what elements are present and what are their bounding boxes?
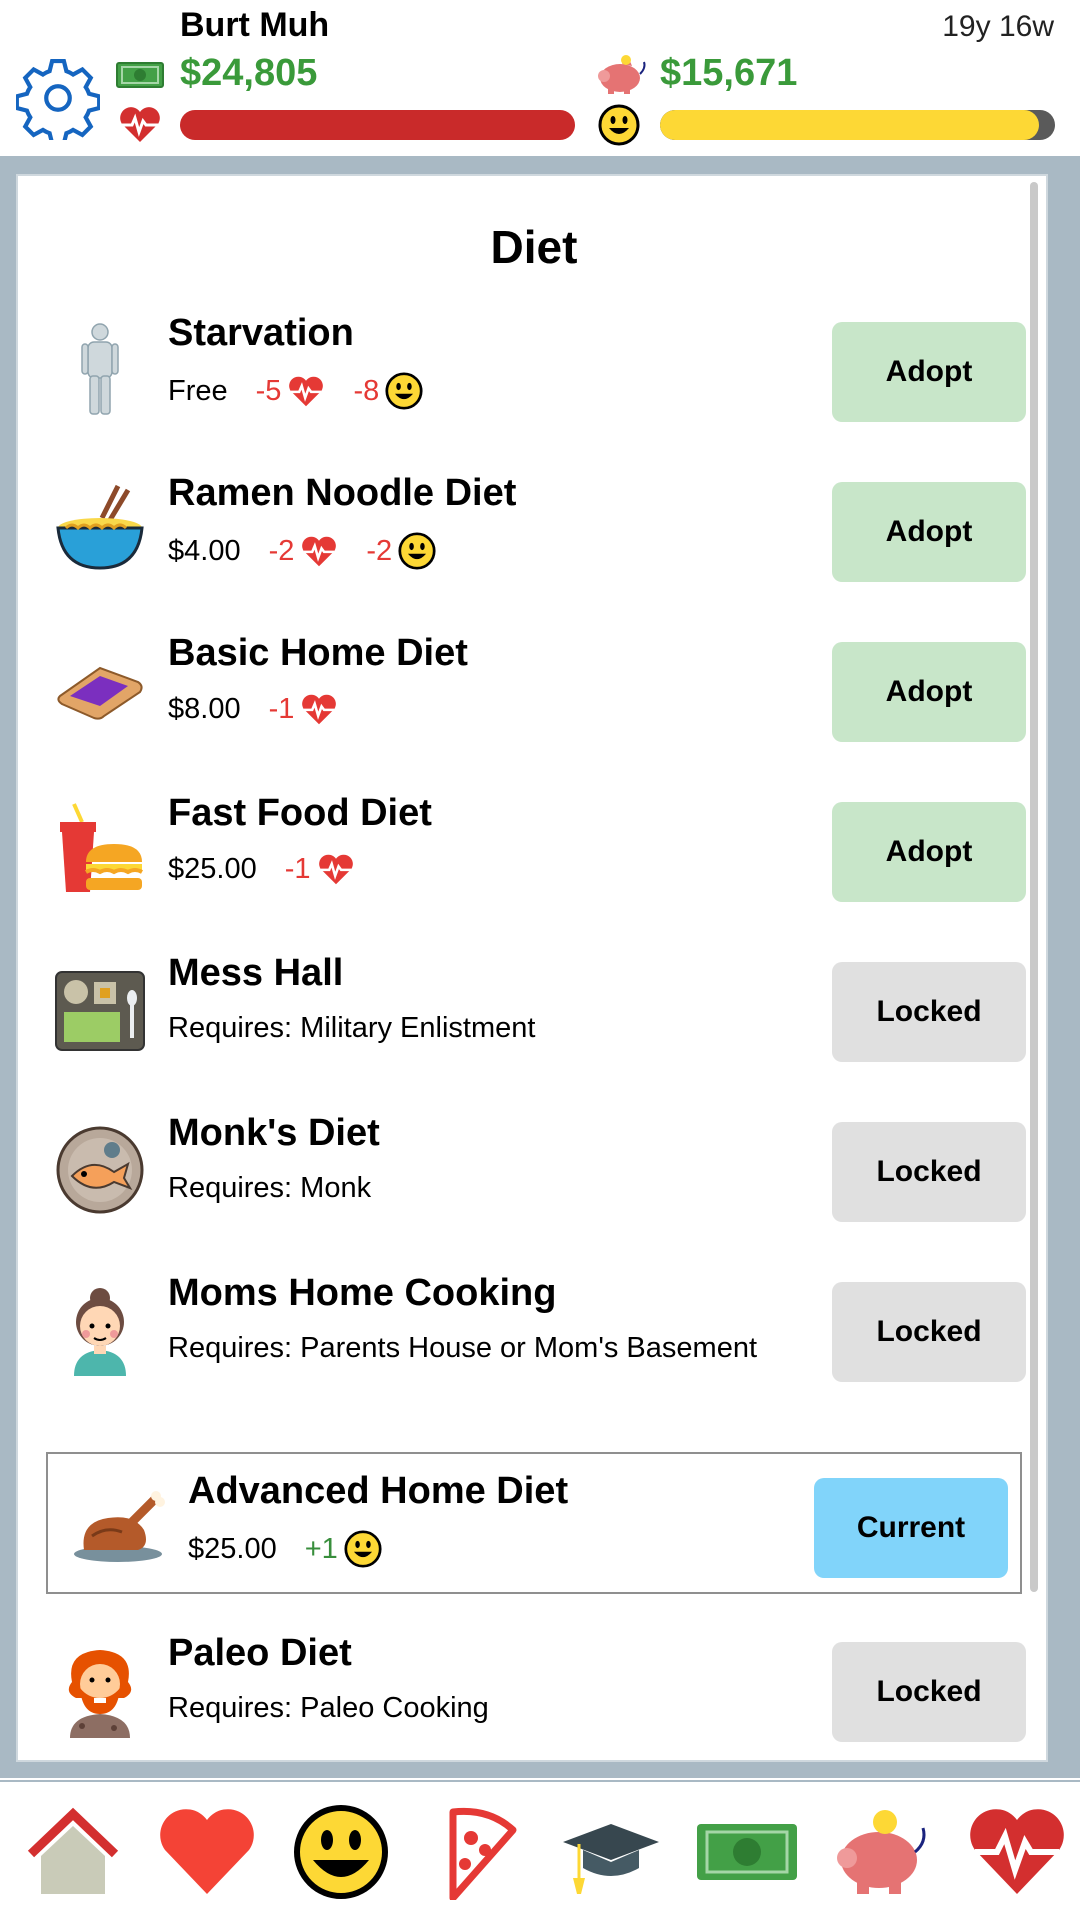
nav-education[interactable] xyxy=(556,1802,666,1902)
graduation-cap-icon xyxy=(563,1824,659,1894)
happiness-bar xyxy=(660,110,1055,140)
piggy-bank-icon xyxy=(598,55,646,94)
adopt-button[interactable]: Adopt xyxy=(832,482,1026,582)
diet-name: Starvation xyxy=(168,312,354,354)
diet-price: Free xyxy=(168,374,228,407)
adopt-button[interactable]: Adopt xyxy=(832,322,1026,422)
current-diet-item: Advanced Home Diet $25.00 +1 Current xyxy=(46,1452,1022,1594)
heart-pulse-icon xyxy=(318,854,353,885)
diet-name: Paleo Diet xyxy=(168,1632,352,1674)
burger-soda-icon xyxy=(60,803,143,892)
current-button[interactable]: Current xyxy=(814,1478,1008,1578)
health-change: -2 xyxy=(268,534,295,567)
diet-price: $25.00 xyxy=(168,852,257,885)
piggy-bank-icon xyxy=(837,1810,926,1894)
diet-name: Moms Home Cooking xyxy=(168,1272,557,1314)
money-icon xyxy=(697,1824,797,1880)
heart-pulse-icon xyxy=(120,107,160,142)
smiley-icon xyxy=(385,372,423,410)
gear-icon[interactable] xyxy=(16,56,100,140)
status-header: Burt Muh 19y 16w $24,805 $15,671 xyxy=(0,0,1080,158)
list-item: Basic Home Diet $8.00 -1 Adopt xyxy=(18,612,1046,752)
nav-vitals[interactable] xyxy=(962,1802,1072,1902)
diet-requirement: Requires: Paleo Cooking xyxy=(168,1692,489,1724)
heart-pulse-icon xyxy=(302,536,337,567)
diet-requirement: Requires: Monk xyxy=(168,1172,372,1204)
pizza-icon xyxy=(449,1807,517,1900)
cash-amount: $24,805 xyxy=(180,52,318,94)
meal-tray-icon xyxy=(55,971,145,1051)
smiley-icon xyxy=(598,104,640,146)
diet-name: Advanced Home Diet xyxy=(188,1470,569,1512)
roast-turkey-icon xyxy=(74,1491,165,1562)
list-item: Moms Home Cooking Requires: Parents Hous… xyxy=(18,1252,1046,1392)
diet-price: $8.00 xyxy=(168,692,241,725)
person-silhouette-icon xyxy=(81,323,119,415)
home-icon xyxy=(27,1807,119,1894)
diet-name: Monk's Diet xyxy=(168,1112,380,1154)
adopt-button[interactable]: Adopt xyxy=(832,642,1026,742)
smiley-icon xyxy=(344,1530,382,1568)
list-item: Ramen Noodle Diet $4.00 -2 -2 Adopt xyxy=(18,452,1046,592)
diet-requirement: Requires: Military Enlistment xyxy=(168,1012,536,1044)
health-bar xyxy=(180,110,575,140)
character-age: 19y 16w xyxy=(942,10,1054,43)
fish-plate-icon xyxy=(56,1126,144,1214)
bank-amount: $15,671 xyxy=(660,52,798,94)
happiness-bar-fill xyxy=(660,110,1040,140)
heart-pulse-icon xyxy=(302,694,337,725)
diet-name: Ramen Noodle Diet xyxy=(168,472,517,514)
diet-name: Fast Food Diet xyxy=(168,792,432,834)
diet-effects: $8.00 -1 xyxy=(168,692,366,726)
list-item: Paleo Diet Requires: Paleo Cooking Locke… xyxy=(18,1612,1046,1752)
locked-button[interactable]: Locked xyxy=(832,1642,1026,1742)
bottom-nav xyxy=(0,1780,1080,1922)
nav-money[interactable] xyxy=(692,1802,802,1902)
locked-button[interactable]: Locked xyxy=(832,1122,1026,1222)
adopt-button[interactable]: Adopt xyxy=(832,802,1026,902)
heart-icon xyxy=(160,1809,254,1894)
nav-home[interactable] xyxy=(18,1802,128,1902)
character-name: Burt Muh xyxy=(180,6,330,44)
diet-effects: $4.00 -2 -2 xyxy=(168,532,464,570)
list-item: Monk's Diet Requires: Monk Locked xyxy=(18,1092,1046,1232)
caveman-icon xyxy=(68,1650,132,1738)
ramen-bowl-icon xyxy=(56,484,144,570)
diet-price: $4.00 xyxy=(168,534,241,567)
nav-diet[interactable] xyxy=(420,1802,530,1902)
health-change: -1 xyxy=(284,852,311,885)
nav-health[interactable] xyxy=(152,1802,262,1902)
diet-effects: $25.00 -1 xyxy=(168,852,383,886)
heart-pulse-icon xyxy=(289,376,324,407)
diet-effects: $25.00 +1 xyxy=(188,1530,410,1568)
happiness-change: +1 xyxy=(304,1532,338,1565)
smiley-icon xyxy=(294,1805,388,1899)
nav-savings[interactable] xyxy=(826,1802,936,1902)
mom-icon xyxy=(74,1288,126,1376)
diet-name: Basic Home Diet xyxy=(168,632,468,674)
page-title: Diet xyxy=(490,221,578,273)
list-item: Starvation Free -5 -8 Adopt xyxy=(18,292,1046,432)
list-item: Mess Hall Requires: Military Enlistment … xyxy=(18,932,1046,1072)
diet-effects: Free -5 -8 xyxy=(168,372,451,410)
happiness-change: -8 xyxy=(353,374,380,407)
diet-panel[interactable]: Diet Starvation Free -5 -8 Adopt Ramen N… xyxy=(16,174,1048,1762)
health-change: -1 xyxy=(268,692,295,725)
list-item: Fast Food Diet $25.00 -1 Adopt xyxy=(18,772,1046,912)
happiness-change: -2 xyxy=(366,534,393,567)
locked-button[interactable]: Locked xyxy=(832,962,1026,1062)
diet-price: $25.00 xyxy=(188,1532,277,1565)
nav-happiness[interactable] xyxy=(286,1802,396,1902)
locked-button[interactable]: Locked xyxy=(832,1282,1026,1382)
health-change: -5 xyxy=(255,374,282,407)
toast-jam-icon xyxy=(57,666,143,720)
money-icon xyxy=(116,62,164,88)
heart-pulse-icon xyxy=(970,1809,1064,1894)
content-frame: Diet Starvation Free -5 -8 Adopt Ramen N… xyxy=(0,158,1080,1778)
diet-name: Mess Hall xyxy=(168,952,344,994)
smiley-icon xyxy=(398,532,436,570)
diet-requirement: Requires: Parents House or Mom's Basemen… xyxy=(168,1332,758,1364)
